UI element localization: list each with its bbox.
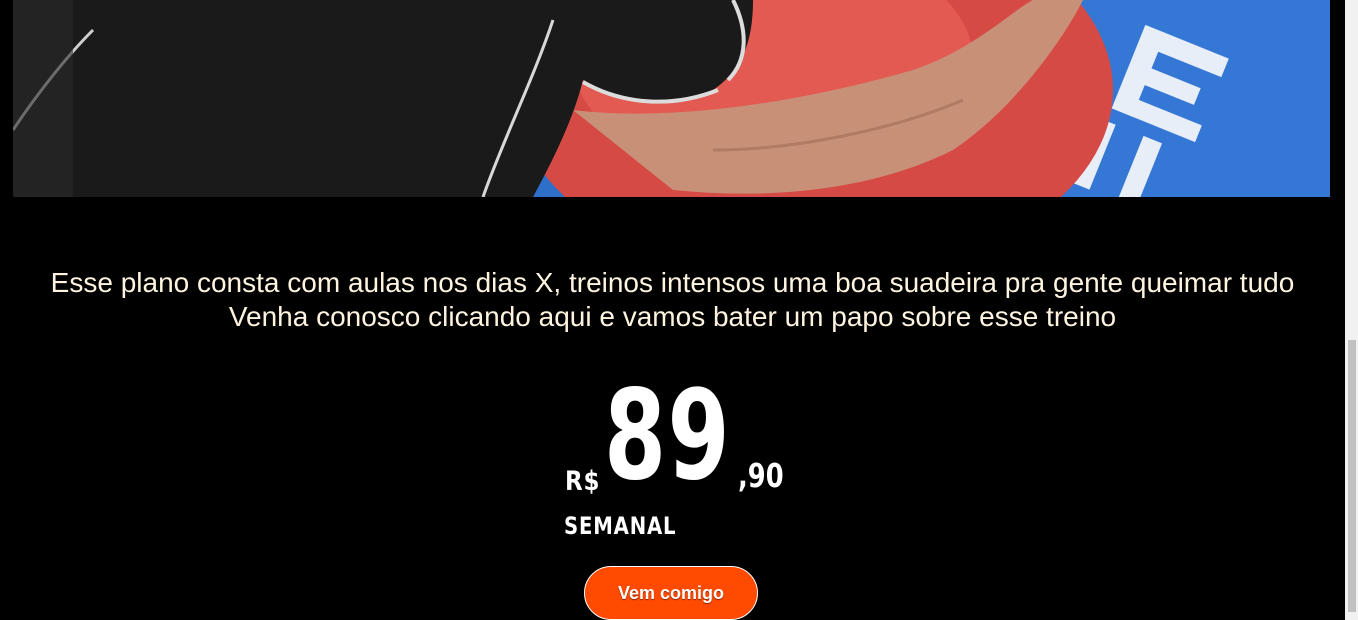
- vem-comigo-button[interactable]: Vem comigo: [584, 566, 758, 620]
- price-block: R$ 89 ,90 SEMANAL: [560, 366, 820, 542]
- plan-description: Esse plano consta com aulas nos dias X, …: [50, 267, 1295, 332]
- price-period: SEMANAL: [564, 512, 677, 540]
- price-currency: R$: [565, 466, 601, 497]
- price-amount: 89: [604, 364, 732, 508]
- hero-image: [13, 0, 1330, 197]
- price-cents: ,90: [738, 456, 784, 495]
- scrollbar-thumb[interactable]: [1348, 340, 1356, 612]
- vertical-scrollbar[interactable]: [1345, 0, 1358, 620]
- page: Esse plano consta com aulas nos dias X, …: [0, 0, 1358, 620]
- hero-photo-illustration: [13, 0, 1330, 197]
